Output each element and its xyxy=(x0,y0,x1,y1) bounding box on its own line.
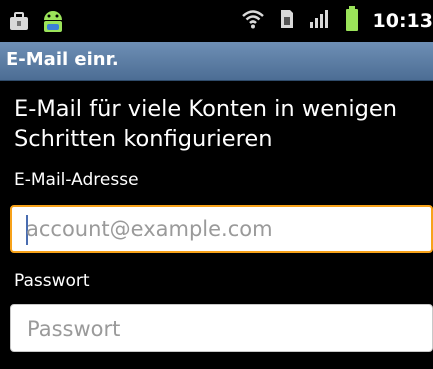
briefcase-icon xyxy=(8,10,30,36)
status-bar: 10:13 xyxy=(0,0,433,42)
email-field[interactable]: account@example.com xyxy=(10,205,433,253)
battery-icon xyxy=(345,6,359,36)
email-placeholder: account@example.com xyxy=(26,217,273,241)
title-bar: E-Mail einr. xyxy=(0,42,433,81)
android-icon xyxy=(38,6,68,40)
status-time: 10:13 xyxy=(372,10,433,32)
setup-heading: E-Mail für viele Konten in wenigen Schri… xyxy=(14,96,397,152)
password-placeholder: Passwort xyxy=(27,317,121,341)
password-label: Passwort xyxy=(14,271,90,291)
wifi-icon xyxy=(241,8,265,34)
status-bar-left xyxy=(8,6,68,40)
password-field[interactable]: Passwort xyxy=(10,304,433,352)
sim-icon xyxy=(279,8,295,34)
screen-title: E-Mail einr. xyxy=(6,49,119,70)
status-bar-right: 10:13 xyxy=(241,6,433,36)
signal-icon xyxy=(309,8,331,34)
email-label: E-Mail-Adresse xyxy=(14,170,139,190)
